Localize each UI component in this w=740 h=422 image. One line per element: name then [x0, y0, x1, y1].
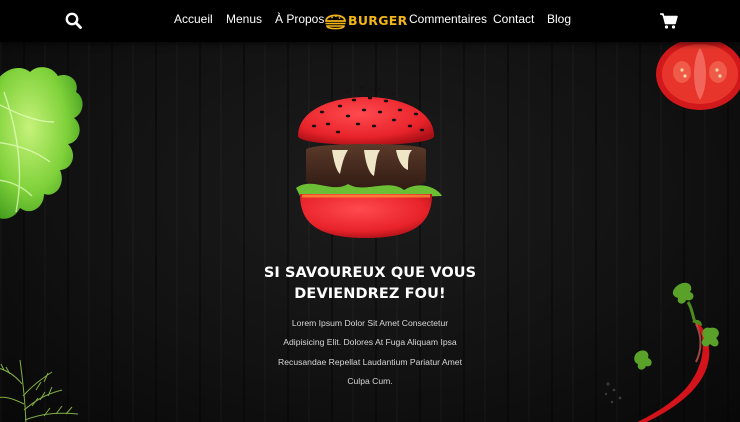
tomato-slice-image — [656, 40, 740, 110]
hero-description-line: Adipisicing Elit. Dolores At Fuga Aliqua… — [283, 337, 457, 348]
nav-link-a-propos[interactable]: À Propos — [275, 12, 324, 26]
hero-description: Lorem Ipsum Dolor Sit Amet Consectetur A… — [270, 314, 470, 391]
nav-menu: Accueil Menus À Propos BURGER Commentair… — [0, 0, 740, 42]
nav-link-menus[interactable]: Menus — [226, 12, 262, 26]
nav-link-contact[interactable]: Contact — [493, 12, 534, 26]
hero-description-line: Recusandae Repellat Laudantium Pariatur … — [278, 356, 462, 367]
navbar: Accueil Menus À Propos BURGER Commentair… — [0, 0, 740, 42]
brand-logo[interactable]: BURGER — [324, 9, 407, 33]
page: Accueil Menus À Propos BURGER Commentair… — [0, 0, 740, 422]
nav-link-blog[interactable]: Blog — [547, 12, 571, 26]
logo-text: BURGER — [348, 13, 408, 28]
hero-title: SI SAVOUREUX QUE VOUS DEVIENDREZ FOU! — [220, 263, 520, 305]
hero-title-line: DEVIENDREZ FOU! — [294, 286, 446, 302]
shopping-cart-icon[interactable] — [659, 11, 679, 31]
burger-image — [296, 86, 442, 238]
burger-logo-icon — [325, 14, 346, 30]
chili-pepper-image — [604, 282, 719, 422]
hero-description-line: Culpa Cum. — [347, 375, 393, 386]
hero-title-line: SI SAVOUREUX QUE VOUS — [263, 265, 477, 281]
lettuce-image — [0, 67, 83, 219]
nav-link-commentaires[interactable]: Commentaires — [409, 12, 487, 26]
hero-description-line: Lorem Ipsum Dolor Sit Amet Consectetur — [291, 318, 449, 328]
nav-link-accueil[interactable]: Accueil — [174, 12, 213, 26]
dill-herb-image — [0, 359, 79, 422]
